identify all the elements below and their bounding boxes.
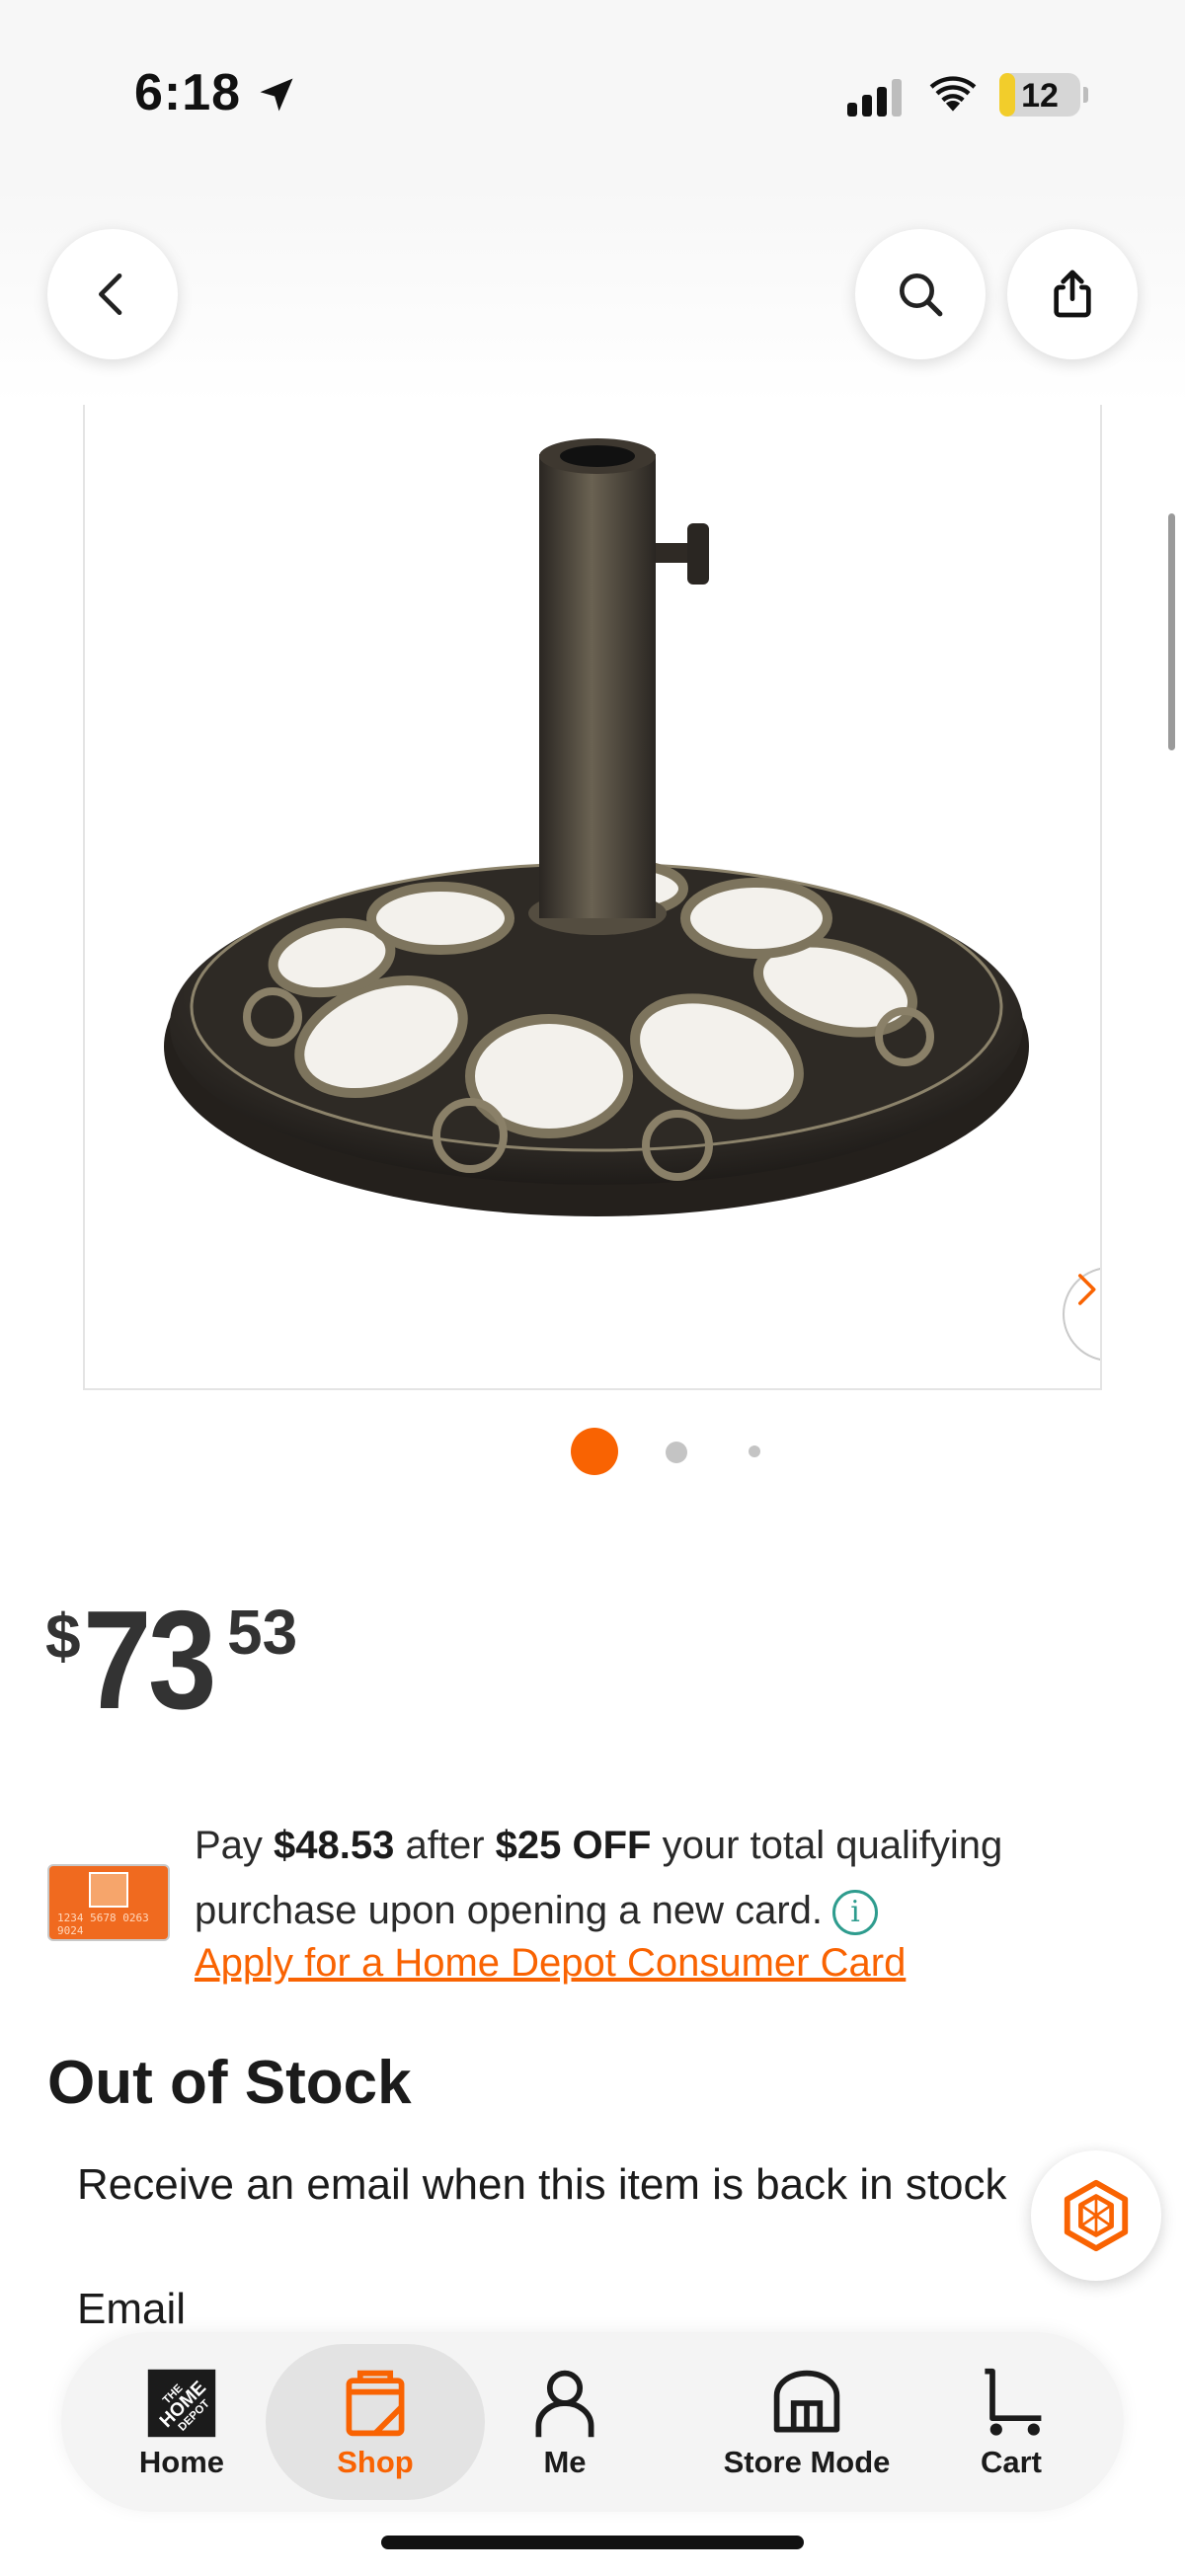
product-image: [164, 438, 1029, 1216]
price-dollars: 73: [83, 1582, 216, 1739]
price-currency: $: [45, 1600, 81, 1672]
home-depot-logo-icon: THE HOME DEPOT: [144, 2366, 219, 2441]
pagination-dot[interactable]: [749, 1445, 760, 1457]
nav-item-home[interactable]: THE HOME DEPOT Home: [120, 2332, 243, 2512]
nav-item-store-mode[interactable]: Store Mode: [693, 2332, 920, 2512]
cart-icon: [974, 2366, 1049, 2441]
battery-nub: [1083, 87, 1088, 103]
nav-item-shop[interactable]: Shop: [316, 2332, 434, 2512]
email-label: Email: [77, 2285, 187, 2333]
scrollbar[interactable]: [1168, 513, 1175, 750]
share-icon: [1054, 270, 1091, 318]
status-bar: 6:18 12: [0, 0, 1185, 188]
home-indicator[interactable]: [381, 2536, 804, 2549]
product-image-gallery[interactable]: [83, 405, 1102, 1390]
credit-offer-text: Pay $48.53 after $25 OFF your total qual…: [195, 1813, 1103, 1943]
chat-assistant-button[interactable]: [1031, 2150, 1161, 2281]
card-number: 1234 5678 0263 9024: [57, 1912, 149, 1937]
pagination-dot[interactable]: [666, 1442, 687, 1463]
back-button[interactable]: [47, 229, 178, 359]
location-arrow-icon: [260, 78, 293, 112]
wifi-icon: [929, 76, 977, 112]
battery-level: 12: [1021, 77, 1059, 115]
stock-email-description: Receive an email when this item is back …: [77, 2160, 1007, 2209]
store-icon: [769, 2366, 844, 2441]
chevron-left-icon: [99, 273, 122, 315]
pagination-dot-active[interactable]: [571, 1428, 618, 1475]
search-button[interactable]: [855, 229, 986, 359]
person-icon: [527, 2366, 602, 2441]
cellular-signal-icon: [847, 79, 902, 117]
image-pagination: [0, 1428, 1185, 1475]
nav-label-cart: Cart: [980, 2445, 1042, 2479]
nav-item-cart[interactable]: Cart: [962, 2332, 1061, 2512]
apply-card-link[interactable]: Apply for a Home Depot Consumer Card: [195, 1941, 906, 1986]
status-time: 6:18: [134, 64, 242, 121]
nav-label-home: Home: [138, 2445, 225, 2479]
bottom-navigation: THE HOME DEPOT Home Shop Me Store Mode C…: [61, 2332, 1124, 2512]
nav-label-store-mode: Store Mode: [723, 2445, 891, 2479]
price-cents: 53: [227, 1597, 298, 1668]
offer-pay-prefix: Pay: [195, 1824, 275, 1867]
nav-label-me: Me: [543, 2445, 587, 2479]
offer-pay-amount: $48.53: [274, 1824, 395, 1867]
nav-label-shop: Shop: [337, 2445, 414, 2479]
stock-status-title: Out of Stock: [47, 2049, 412, 2117]
credit-card-image: 1234 5678 0263 9024: [47, 1864, 170, 1941]
assistant-hexagon-icon: [1064, 2179, 1129, 2252]
offer-discount: $25 OFF: [495, 1824, 652, 1867]
home-depot-logo-icon: [89, 1872, 128, 1908]
shop-icon: [338, 2366, 413, 2441]
offer-after-text: after: [394, 1824, 496, 1867]
search-icon: [900, 273, 943, 317]
chevron-right-icon: [1078, 1274, 1096, 1305]
battery-indicator: 12: [999, 73, 1080, 117]
share-button[interactable]: [1007, 229, 1138, 359]
nav-item-me[interactable]: Me: [515, 2332, 614, 2512]
info-icon[interactable]: i: [832, 1890, 879, 1936]
